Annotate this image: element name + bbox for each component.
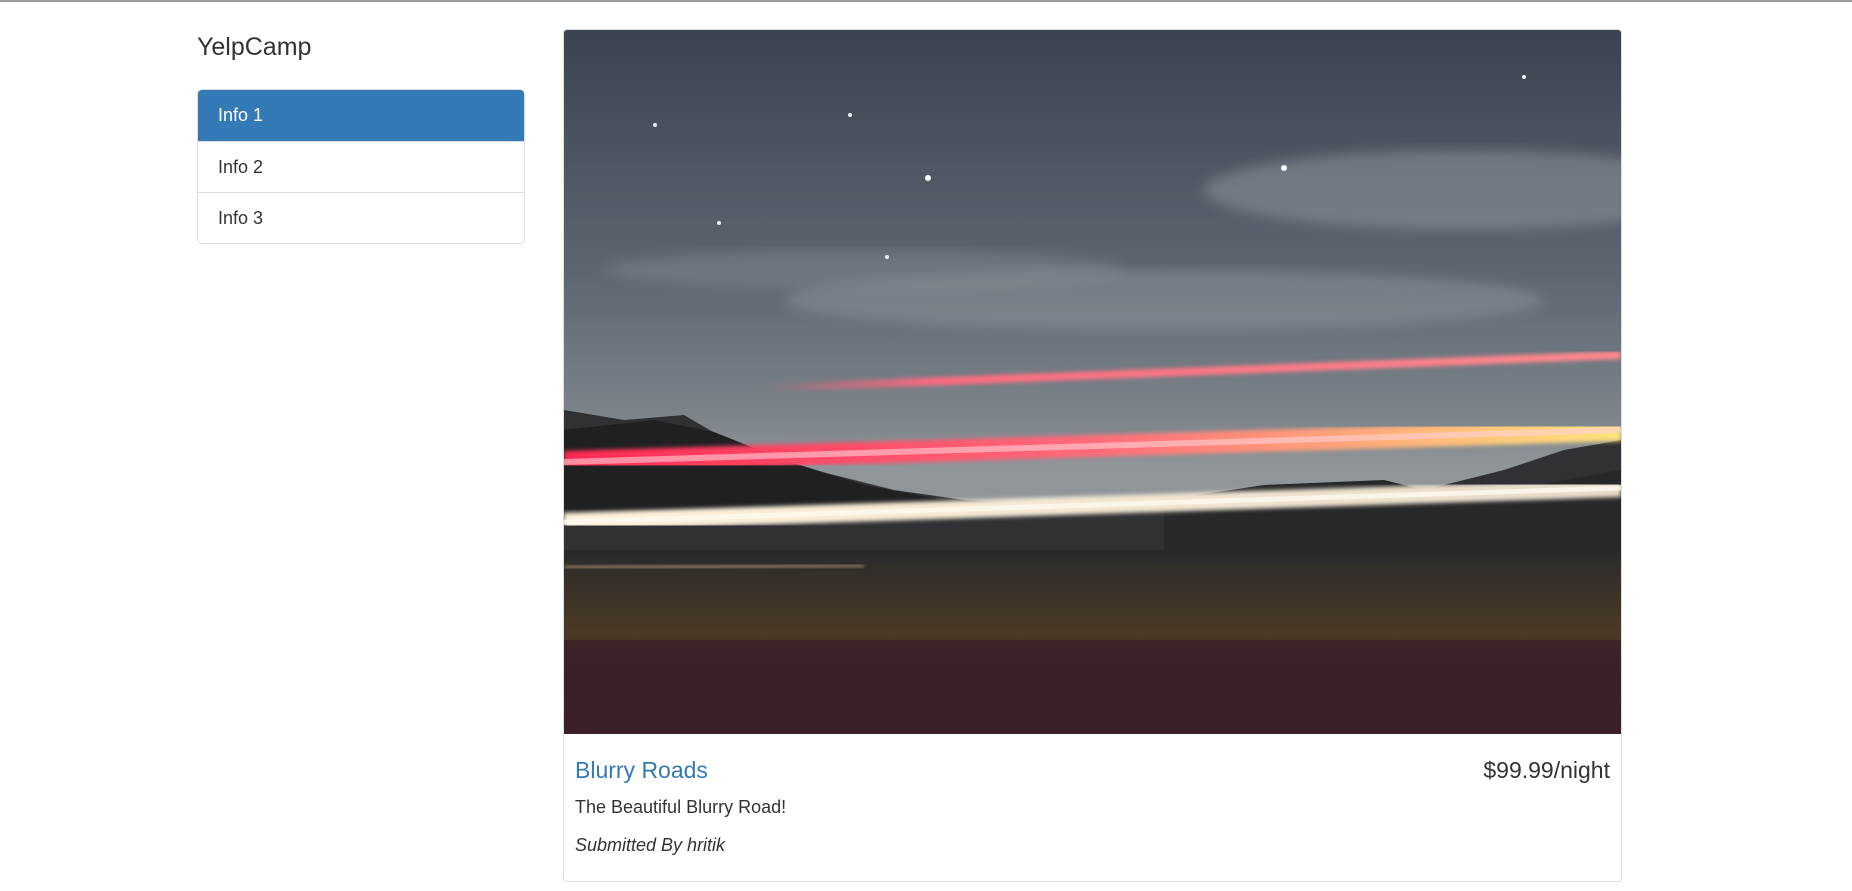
campground-price: $99.99/night bbox=[1483, 757, 1610, 783]
campground-photo bbox=[564, 30, 1621, 734]
top-border bbox=[0, 0, 1852, 2]
sidebar-item-info-3[interactable]: Info 3 bbox=[198, 192, 524, 243]
campground-name-link[interactable]: Blurry Roads bbox=[575, 755, 708, 785]
campground-submitted-by: Submitted By hritik bbox=[575, 835, 726, 855]
page-brand-title: YelpCamp bbox=[197, 33, 312, 61]
campground-card: Blurry Roads $99.99/night The Beautiful … bbox=[563, 29, 1622, 882]
sidebar-item-info-2[interactable]: Info 2 bbox=[198, 141, 524, 192]
sidebar-list: Info 1 Info 2 Info 3 bbox=[197, 89, 525, 244]
sidebar-item-info-1[interactable]: Info 1 bbox=[198, 90, 524, 141]
campground-description: The Beautiful Blurry Road! bbox=[575, 797, 787, 817]
